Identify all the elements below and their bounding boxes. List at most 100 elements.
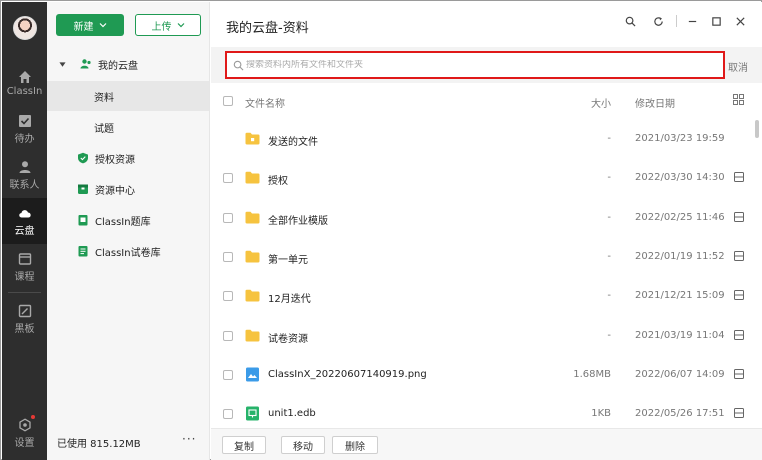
tree-item-materials[interactable]: 资料: [47, 81, 209, 111]
tree-item-my-cloud[interactable]: 我的云盘: [47, 49, 209, 79]
file-size: -: [607, 329, 611, 341]
folder-icon: [245, 289, 260, 302]
tree-item-resource-center[interactable]: 资源中心: [47, 174, 209, 204]
cancel-search-button[interactable]: 取消: [728, 59, 748, 74]
move-button[interactable]: 移动: [281, 436, 325, 454]
tree-label: ClassIn试卷库: [95, 247, 161, 259]
file-name[interactable]: unit1.edb: [268, 408, 316, 419]
file-size: -: [607, 133, 611, 144]
file-row[interactable]: 第一单元 - 2022/01/19 11:52: [211, 238, 751, 277]
minimize-button[interactable]: [684, 13, 700, 29]
tree-item-questions[interactable]: 试题: [47, 112, 209, 142]
app-window: ClassIn 待办 联系人 云盘 课程 黑板 设置 新建 上传 我的云盘 资料…: [0, 0, 762, 460]
rail-item-contacts[interactable]: 联系人: [2, 152, 47, 198]
close-button[interactable]: [732, 13, 748, 29]
row-checkbox[interactable]: [223, 330, 233, 341]
rail-label: 课程: [14, 271, 35, 283]
tree-item-paper-bank[interactable]: ClassIn试卷库: [47, 236, 209, 266]
edb-file-icon: [246, 406, 259, 421]
file-size: -: [607, 250, 611, 262]
rail-label: 黑板: [14, 323, 35, 335]
row-checkbox[interactable]: [223, 251, 233, 262]
rail-item-settings[interactable]: 设置: [2, 410, 47, 456]
minimize-icon: [688, 20, 696, 22]
refresh-icon: [653, 16, 663, 26]
rail-divider: [8, 292, 41, 293]
caret-down-icon: [59, 61, 66, 67]
rail-item-todo[interactable]: 待办: [2, 106, 47, 152]
page-title: 我的云盘-资料: [226, 21, 309, 36]
search-box[interactable]: [225, 51, 725, 79]
file-row[interactable]: 授权 - 2022/03/30 14:30: [211, 159, 751, 198]
file-name[interactable]: ClassInX_20220607140919.png: [268, 369, 427, 380]
file-date: 2022/01/19 11:52: [635, 250, 725, 262]
rail-item-blackboard[interactable]: 黑板: [2, 296, 47, 342]
row-checkbox[interactable]: [223, 212, 233, 223]
tree-label: 我的云盘: [98, 60, 138, 72]
scrollbar-thumb[interactable]: [755, 120, 759, 138]
rail-label: 设置: [14, 437, 35, 449]
row-menu-icon[interactable]: [734, 368, 744, 379]
settings-icon: [18, 417, 31, 432]
file-size: 1.68MB: [573, 368, 611, 380]
rail-item-classin[interactable]: ClassIn: [2, 60, 47, 106]
tree-label: 资料: [94, 92, 114, 104]
row-menu-icon[interactable]: [734, 408, 744, 419]
delete-button[interactable]: 删除: [332, 436, 378, 454]
more-options-button[interactable]: ···: [182, 432, 196, 446]
avatar[interactable]: [13, 16, 37, 40]
upload-button[interactable]: 上传: [135, 14, 201, 36]
tree-item-question-bank[interactable]: ClassIn题库: [47, 205, 209, 235]
rail-item-cloud[interactable]: 云盘: [2, 198, 47, 244]
file-row[interactable]: 12月迭代 - 2021/12/21 15:09: [211, 277, 751, 316]
copy-button[interactable]: 复制: [222, 436, 266, 454]
column-header-name[interactable]: 文件名称: [245, 95, 285, 110]
row-menu-icon[interactable]: [734, 172, 744, 183]
file-date: 2022/03/30 14:30: [635, 172, 725, 184]
shield-icon: [78, 152, 88, 164]
column-header-date[interactable]: 修改日期: [635, 95, 675, 110]
paper-bank-icon: [78, 246, 88, 257]
row-menu-icon[interactable]: [734, 290, 744, 301]
maximize-button[interactable]: [708, 13, 724, 29]
rail-item-course[interactable]: 课程: [2, 244, 47, 290]
select-all-checkbox[interactable]: [223, 96, 233, 106]
file-row[interactable]: 试卷资源 - 2021/03/19 11:04: [211, 317, 751, 356]
file-row[interactable]: 全部作业模版 - 2022/02/25 11:46: [211, 199, 751, 238]
file-name[interactable]: 第一单元: [268, 251, 308, 266]
file-date: 2021/12/21 15:09: [635, 290, 725, 302]
row-checkbox[interactable]: [223, 369, 233, 380]
row-checkbox[interactable]: [223, 291, 233, 302]
sidebar: 新建 上传 我的云盘 资料 试题 授权资源 资源中心 ClassIn题库 Cla…: [47, 2, 210, 460]
search-input[interactable]: [246, 60, 686, 70]
rail-label: 云盘: [14, 225, 35, 237]
search-button[interactable]: [622, 13, 638, 29]
tree-item-licensed-resources[interactable]: 授权资源: [47, 143, 209, 173]
file-row[interactable]: 发送的文件 - 2021/03/23 19:59: [211, 120, 751, 159]
file-date: 2021/03/23 19:59: [635, 133, 725, 144]
file-date: 2021/03/19 11:04: [635, 329, 725, 341]
file-name[interactable]: 授权: [268, 172, 288, 187]
folder-icon: [245, 172, 260, 184]
file-name[interactable]: 发送的文件: [268, 133, 318, 148]
folder-icon: [245, 250, 260, 263]
shared-folder-icon: [245, 132, 260, 145]
file-date: 2022/06/07 14:09: [635, 368, 725, 380]
column-header-size[interactable]: 大小: [591, 95, 611, 110]
grid-view-icon[interactable]: [733, 94, 744, 105]
new-button[interactable]: 新建: [56, 14, 124, 36]
close-icon: [735, 16, 745, 26]
file-name[interactable]: 全部作业模版: [268, 212, 328, 227]
file-row[interactable]: ClassInX_20220607140919.png 1.68MB 2022/06…: [211, 356, 751, 395]
row-checkbox[interactable]: [223, 409, 233, 420]
file-name[interactable]: 试卷资源: [268, 330, 308, 345]
row-checkbox[interactable]: [223, 173, 233, 184]
refresh-button[interactable]: [650, 13, 666, 29]
file-size: -: [607, 172, 611, 184]
home-icon: [18, 70, 31, 83]
row-menu-icon[interactable]: [734, 250, 744, 261]
row-menu-icon[interactable]: [734, 329, 744, 340]
row-menu-icon[interactable]: [734, 211, 744, 222]
file-date: 2022/02/25 11:46: [635, 211, 725, 223]
file-name[interactable]: 12月迭代: [268, 290, 311, 305]
